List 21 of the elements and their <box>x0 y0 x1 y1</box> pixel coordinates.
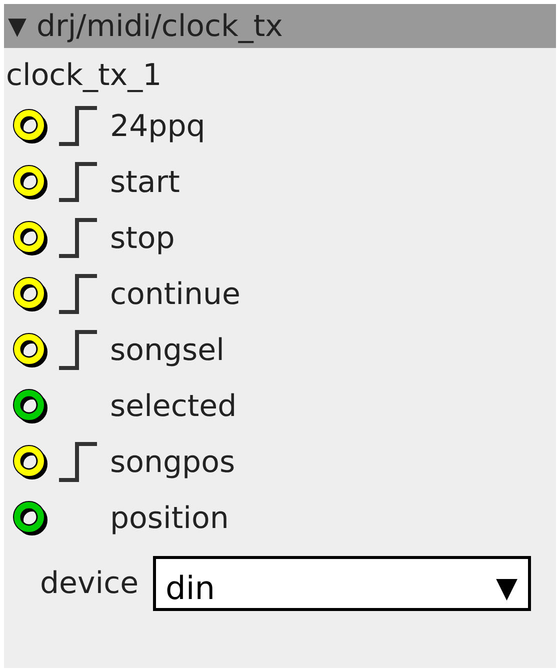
collapse-toggle[interactable]: ▼ <box>8 8 26 44</box>
inlet-label: start <box>110 164 180 202</box>
instance-name[interactable]: clock_tx_1 <box>6 58 162 93</box>
inlet-label: selected <box>110 388 237 426</box>
inlet-icon[interactable] <box>12 276 48 312</box>
inlet-icon[interactable] <box>12 388 48 424</box>
inlet-label: continue <box>110 276 240 314</box>
inlet-label: songsel <box>110 332 224 370</box>
inlet-icon[interactable] <box>12 220 48 256</box>
inlet-icon[interactable] <box>12 332 48 368</box>
attribute-label: device <box>40 565 139 603</box>
inlet-label: position <box>110 500 229 538</box>
device-dropdown[interactable]: din ▼ <box>152 556 531 611</box>
inlet-icon[interactable] <box>12 500 48 536</box>
inlet-label: songpos <box>110 444 236 482</box>
inlet-label: stop <box>110 220 175 258</box>
inlet-icon[interactable] <box>12 108 48 144</box>
inlet-icon[interactable] <box>12 164 48 200</box>
inlet-icon[interactable] <box>12 444 48 480</box>
inlet-label: 24ppq <box>110 108 206 146</box>
object-title: drj/midi/clock_tx <box>36 8 283 46</box>
